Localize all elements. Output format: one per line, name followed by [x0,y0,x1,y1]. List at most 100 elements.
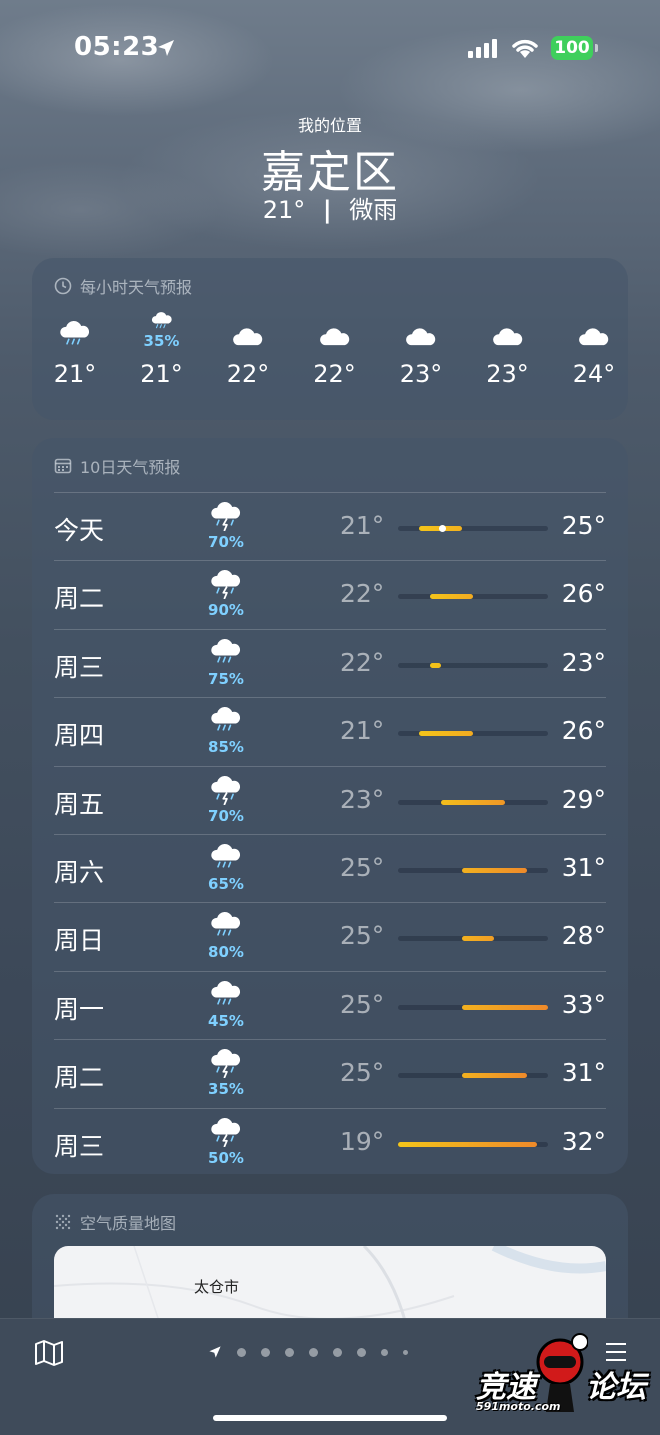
page-dot[interactable] [285,1347,294,1357]
daily-day-label: 周二 [54,584,105,614]
cloud-icon [579,328,609,346]
current-temp: 21° [262,196,306,224]
cellular-signal-icon [468,38,497,58]
cloud-icon [319,328,349,346]
current-location-page-icon[interactable] [208,1345,222,1359]
current-condition: 微雨 [349,196,398,224]
daily-row[interactable]: 周日 80% 25° 28° [54,902,606,971]
daily-title: 10日天气预报 [54,454,180,478]
daily-low: 23° [340,784,385,814]
calendar-icon [54,458,72,474]
daily-high: 31° [561,1058,606,1088]
daily-row[interactable]: 周三 50% 19° 32° [54,1107,606,1177]
daily-precip: 65% [208,875,244,893]
map-icon[interactable] [34,1339,64,1367]
temp-range-track [398,525,548,532]
thunderstorm-icon [211,775,241,805]
daily-icon-wrap: 45% [206,978,246,1030]
hourly-temp: 24° [572,360,616,388]
daily-low: 25° [340,921,385,951]
daily-precip: 50% [208,1148,244,1167]
daily-low: 25° [340,989,385,1019]
daily-low: 21° [340,716,385,746]
daily-high: 26° [561,716,606,746]
cloud-rain-icon [211,707,241,731]
daily-row[interactable]: 周五 70% 23° 29° [54,765,606,835]
location-arrow-icon [158,40,174,56]
daily-day-label: 周三 [54,1131,105,1161]
temp-range-fill [419,731,473,737]
cloud-icon [492,328,522,346]
daily-precip: 70% [208,533,244,551]
daily-icon-wrap: 90% [206,567,246,619]
page-dot[interactable] [333,1347,342,1357]
temp-range-fill [430,662,441,668]
hourly-item: 22° [295,310,375,388]
forum-watermark: 竞速 论坛 591moto.com [462,1330,658,1430]
temp-range-fill [462,868,527,873]
temp-range-fill [440,799,506,805]
hourly-icon-wrap [35,310,115,350]
hourly-item: 35% 21° [122,310,202,388]
page-dot[interactable] [381,1348,388,1356]
hourly-forecast-card[interactable]: 每小时天气预报 21° 35% 21° 22° 22° 23° 23° 24° [32,258,628,420]
daily-icon-wrap: 65% [206,841,246,893]
hourly-temp: 23° [486,360,529,388]
daily-row[interactable]: 周四 85% 21° 26° [54,697,606,766]
status-time: 05:23 [74,32,160,62]
watermark-url: 591moto.com [476,1400,561,1413]
daily-high: 33° [561,989,606,1019]
daily-forecast-card[interactable]: 10日天气预报 今天 70% 21° 25° 周二 90% 22° 26° 周三 75% 22° 23… [32,438,628,1174]
summary-separator: | [322,196,332,224]
thunderstorm-icon [211,1049,241,1079]
temp-range-track [398,799,548,805]
daily-precip: 90% [208,601,244,620]
daily-row[interactable]: 周二 35% 25° 31° [54,1039,606,1108]
cloud-rain-icon [60,321,90,345]
daily-row[interactable]: 今天 70% 21° 25° [54,492,606,561]
hourly-temp: 21° [53,360,97,388]
daily-row[interactable]: 周三 75% 22° 23° [54,628,606,698]
daily-precip: 35% [208,1080,244,1099]
daily-low: 22° [340,579,385,609]
temp-range-track [398,662,548,668]
hourly-title: 每小时天气预报 [54,274,192,298]
thunderstorm-icon [211,570,241,600]
aq-title-text: 空气质量地图 [80,1214,177,1233]
daily-precip: 70% [208,806,244,825]
daily-icon-wrap: 85% [206,704,246,756]
page-dot[interactable] [403,1349,408,1355]
temp-range-fill [462,1073,527,1079]
map-label-taicang: 太仓市 [194,1278,240,1296]
daily-icon-wrap: 70% [206,773,246,825]
daily-row[interactable]: 周二 90% 22° 26° [54,560,606,629]
cloud-rain-icon [211,980,241,1005]
hourly-icon-wrap [554,310,634,350]
temp-range-track [398,868,548,873]
clock-icon [54,277,72,295]
daily-precip: 75% [208,669,244,688]
page-dot[interactable] [309,1347,318,1357]
daily-precip: 85% [208,738,244,757]
page-dot[interactable] [261,1347,270,1357]
daily-day-label: 周日 [54,926,105,956]
page-dot[interactable] [357,1347,366,1357]
page-dot[interactable] [237,1347,246,1357]
daily-precip: 80% [208,943,244,962]
daily-row[interactable]: 周一 45% 25° 33° [54,970,606,1040]
hourly-item: 24° [554,310,634,388]
page-indicator[interactable] [208,1345,408,1359]
hourly-temp: 23° [399,360,443,388]
daily-day-label: 周二 [54,1063,105,1093]
home-indicator [213,1415,447,1421]
hourly-icon-wrap [208,310,288,350]
hourly-item: 23° [468,310,548,388]
daily-icon-wrap: 70% [206,499,246,551]
hourly-item: 23° [381,310,461,388]
temp-range-track [398,1141,548,1147]
daily-row[interactable]: 周六 65% 25° 31° [54,834,606,903]
daily-high: 26° [561,579,606,609]
daily-low: 22° [340,647,385,677]
air-quality-icon [55,1214,71,1230]
cloud-rain-icon [211,912,241,936]
